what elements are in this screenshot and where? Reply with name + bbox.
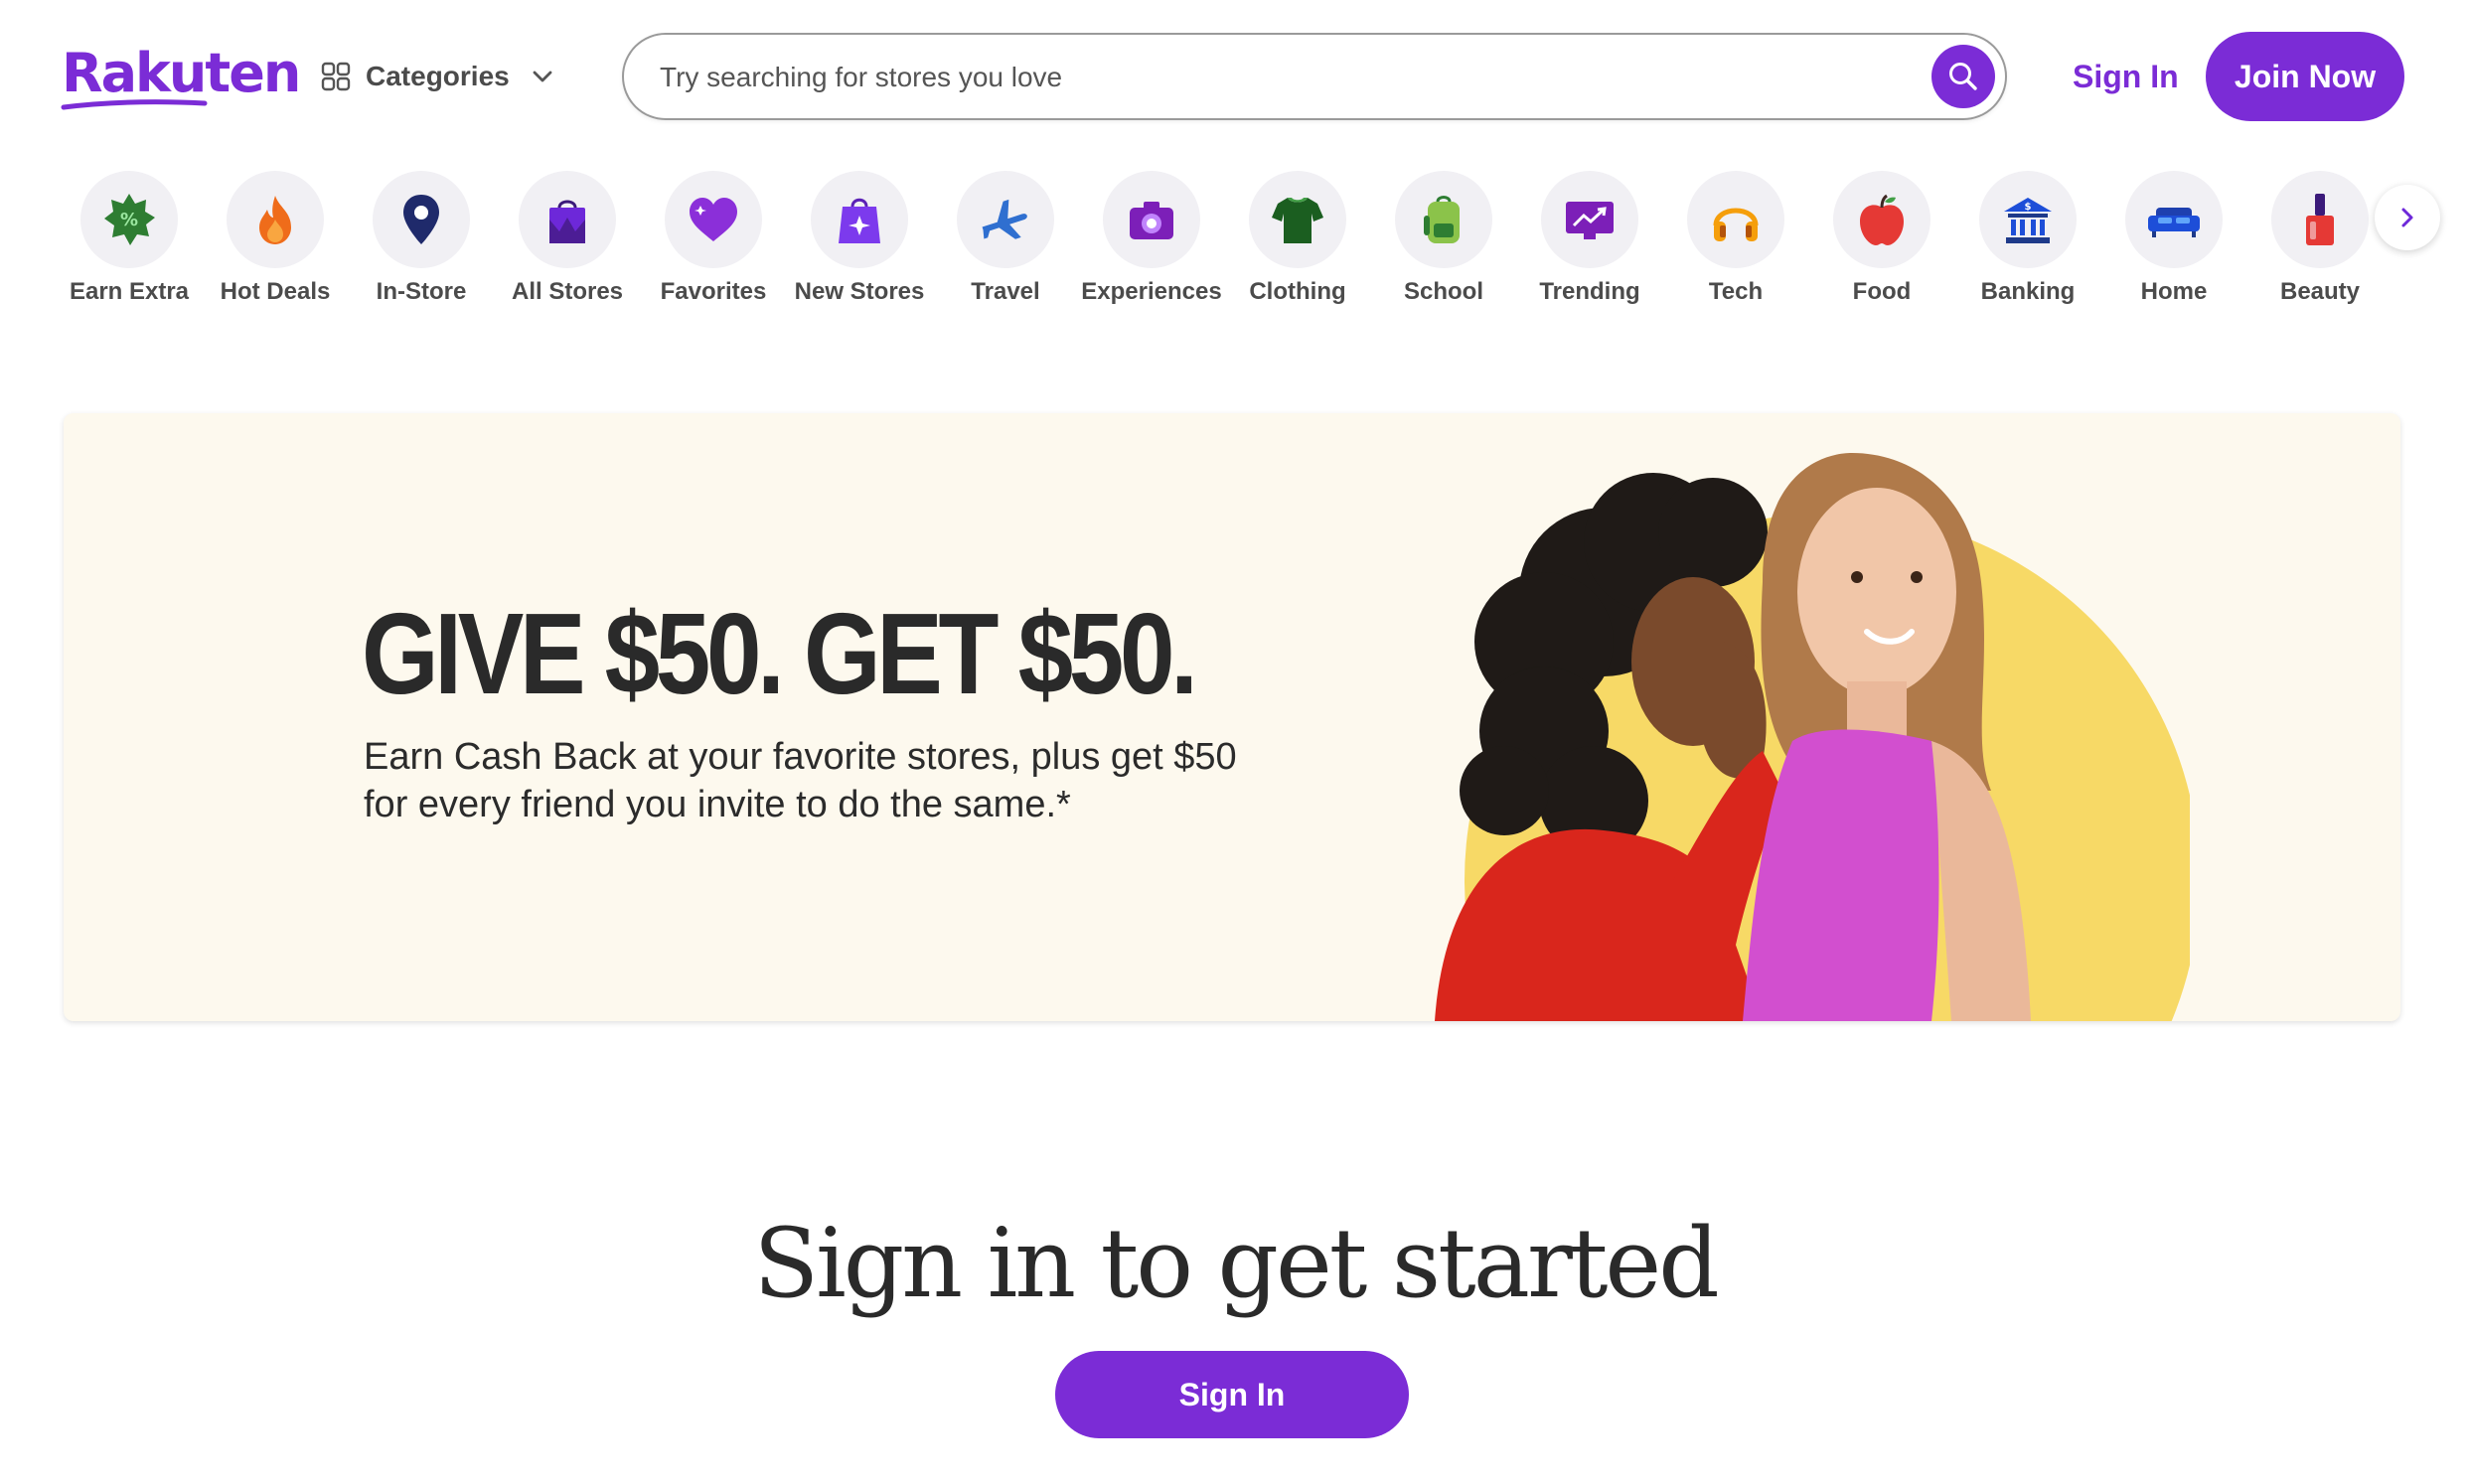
category-label: Clothing	[1249, 278, 1346, 305]
category-label: Earn Extra	[69, 278, 190, 305]
category-favorites[interactable]: Favorites	[644, 171, 783, 320]
page: Rakuten Categories Try searching for sto…	[0, 0, 2470, 1484]
category-hot-deals[interactable]: Hot Deals	[206, 171, 345, 320]
apple-icon	[1860, 194, 1904, 245]
map-pin-icon	[403, 195, 439, 244]
site-header: Rakuten Categories Try searching for sto…	[0, 0, 2470, 149]
trending-chart-icon	[1566, 202, 1614, 239]
category-label: Beauty	[2279, 278, 2361, 305]
category-label: Tech	[1708, 278, 1764, 305]
category-icon-circle	[227, 171, 324, 268]
hero-subtext: Earn Cash Back at your favorite stores, …	[364, 736, 1237, 825]
category-all-stores[interactable]: All Stores	[498, 171, 637, 320]
join-now-button[interactable]: Join Now	[2206, 32, 2404, 121]
category-icon-circle	[957, 171, 1054, 268]
category-label: New Stores	[794, 278, 925, 305]
category-clothing[interactable]: Clothing	[1228, 171, 1367, 320]
referral-banner[interactable]: GIVE $50. GET $50. Earn Cash Back at you…	[64, 413, 2400, 1021]
sparkle-bag-icon	[839, 198, 880, 243]
category-next-button[interactable]	[2375, 185, 2440, 250]
hero-headline: GIVE $50. GET $50.	[362, 589, 1198, 718]
heart-icon	[690, 198, 737, 241]
category-label: School	[1403, 278, 1483, 305]
search-icon	[1949, 63, 1977, 90]
bank-icon: $	[2004, 198, 2052, 243]
category-experiences[interactable]: Experiences	[1081, 171, 1222, 320]
chevron-right-icon	[2401, 208, 2413, 227]
category-label: In-Store	[376, 278, 467, 305]
category-label: Experiences	[1081, 278, 1222, 305]
category-beauty[interactable]: Beauty	[2250, 171, 2390, 320]
category-icon-circle	[1395, 171, 1492, 268]
category-icon-circle	[1249, 171, 1346, 268]
category-label: Banking	[1980, 278, 2076, 305]
category-school[interactable]: School	[1374, 171, 1513, 320]
categories-menu-button[interactable]: Categories	[320, 56, 555, 97]
flame-icon	[259, 196, 291, 244]
backpack-icon	[1424, 196, 1460, 243]
search-bar	[622, 33, 2007, 120]
search-input[interactable]	[660, 55, 1852, 100]
category-travel[interactable]: Travel	[936, 171, 1075, 320]
tshirt-icon	[1272, 198, 1323, 243]
category-label: Home	[2140, 278, 2208, 305]
category-icon-circle	[1833, 171, 1930, 268]
svg-text:%: %	[120, 210, 138, 230]
shopping-bag-icon	[549, 200, 585, 243]
category-banking[interactable]: $ Banking	[1958, 171, 2097, 320]
category-label: Favorites	[660, 278, 767, 305]
header-sign-in-link[interactable]: Sign In	[2073, 56, 2179, 97]
rakuten-logo[interactable]: Rakuten	[62, 44, 301, 103]
search-button[interactable]	[1931, 45, 1995, 108]
category-icon-circle	[373, 171, 470, 268]
airplane-icon	[982, 199, 1027, 239]
category-icon-circle	[2271, 171, 2369, 268]
category-tech[interactable]: Tech	[1666, 171, 1805, 320]
category-icon-circle	[519, 171, 616, 268]
category-icon-circle	[1103, 171, 1200, 268]
category-in-store[interactable]: In-Store	[352, 171, 491, 320]
camera-icon	[1130, 202, 1173, 239]
category-label: Food	[1852, 278, 1912, 305]
sign-in-button[interactable]: Sign In	[1055, 1351, 1409, 1438]
logo-swoosh-icon	[61, 99, 208, 110]
category-icon-circle	[1687, 171, 1784, 268]
category-new-stores[interactable]: New Stores	[790, 171, 929, 320]
category-icon-circle: $	[1979, 171, 2077, 268]
category-strip: % Earn Extra Hot Deals In-Store All Stor…	[60, 171, 2424, 320]
category-icon-circle	[2125, 171, 2223, 268]
category-label: Travel	[971, 278, 1040, 305]
category-trending[interactable]: Trending	[1520, 171, 1659, 320]
svg-text:$: $	[2025, 202, 2032, 213]
grid-icon	[321, 62, 351, 91]
category-label: Trending	[1539, 278, 1640, 305]
signin-heading: Sign in to get started	[753, 1208, 1719, 1319]
headphones-icon	[1713, 208, 1759, 241]
category-label: All Stores	[511, 278, 624, 305]
categories-label: Categories	[366, 61, 510, 91]
chevron-down-icon	[533, 71, 552, 82]
category-icon-circle	[811, 171, 908, 268]
nail-polish-icon	[2306, 194, 2334, 245]
sofa-icon	[2148, 208, 2200, 237]
category-home[interactable]: Home	[2104, 171, 2243, 320]
category-icon-circle	[1541, 171, 1638, 268]
category-label: Hot Deals	[220, 278, 331, 305]
category-earn-extra[interactable]: % Earn Extra	[60, 171, 199, 320]
two-friends-illustration	[1435, 453, 2190, 1021]
badge-percent-icon: %	[104, 194, 155, 245]
category-food[interactable]: Food	[1812, 171, 1951, 320]
category-icon-circle: %	[80, 171, 178, 268]
category-icon-circle	[665, 171, 762, 268]
